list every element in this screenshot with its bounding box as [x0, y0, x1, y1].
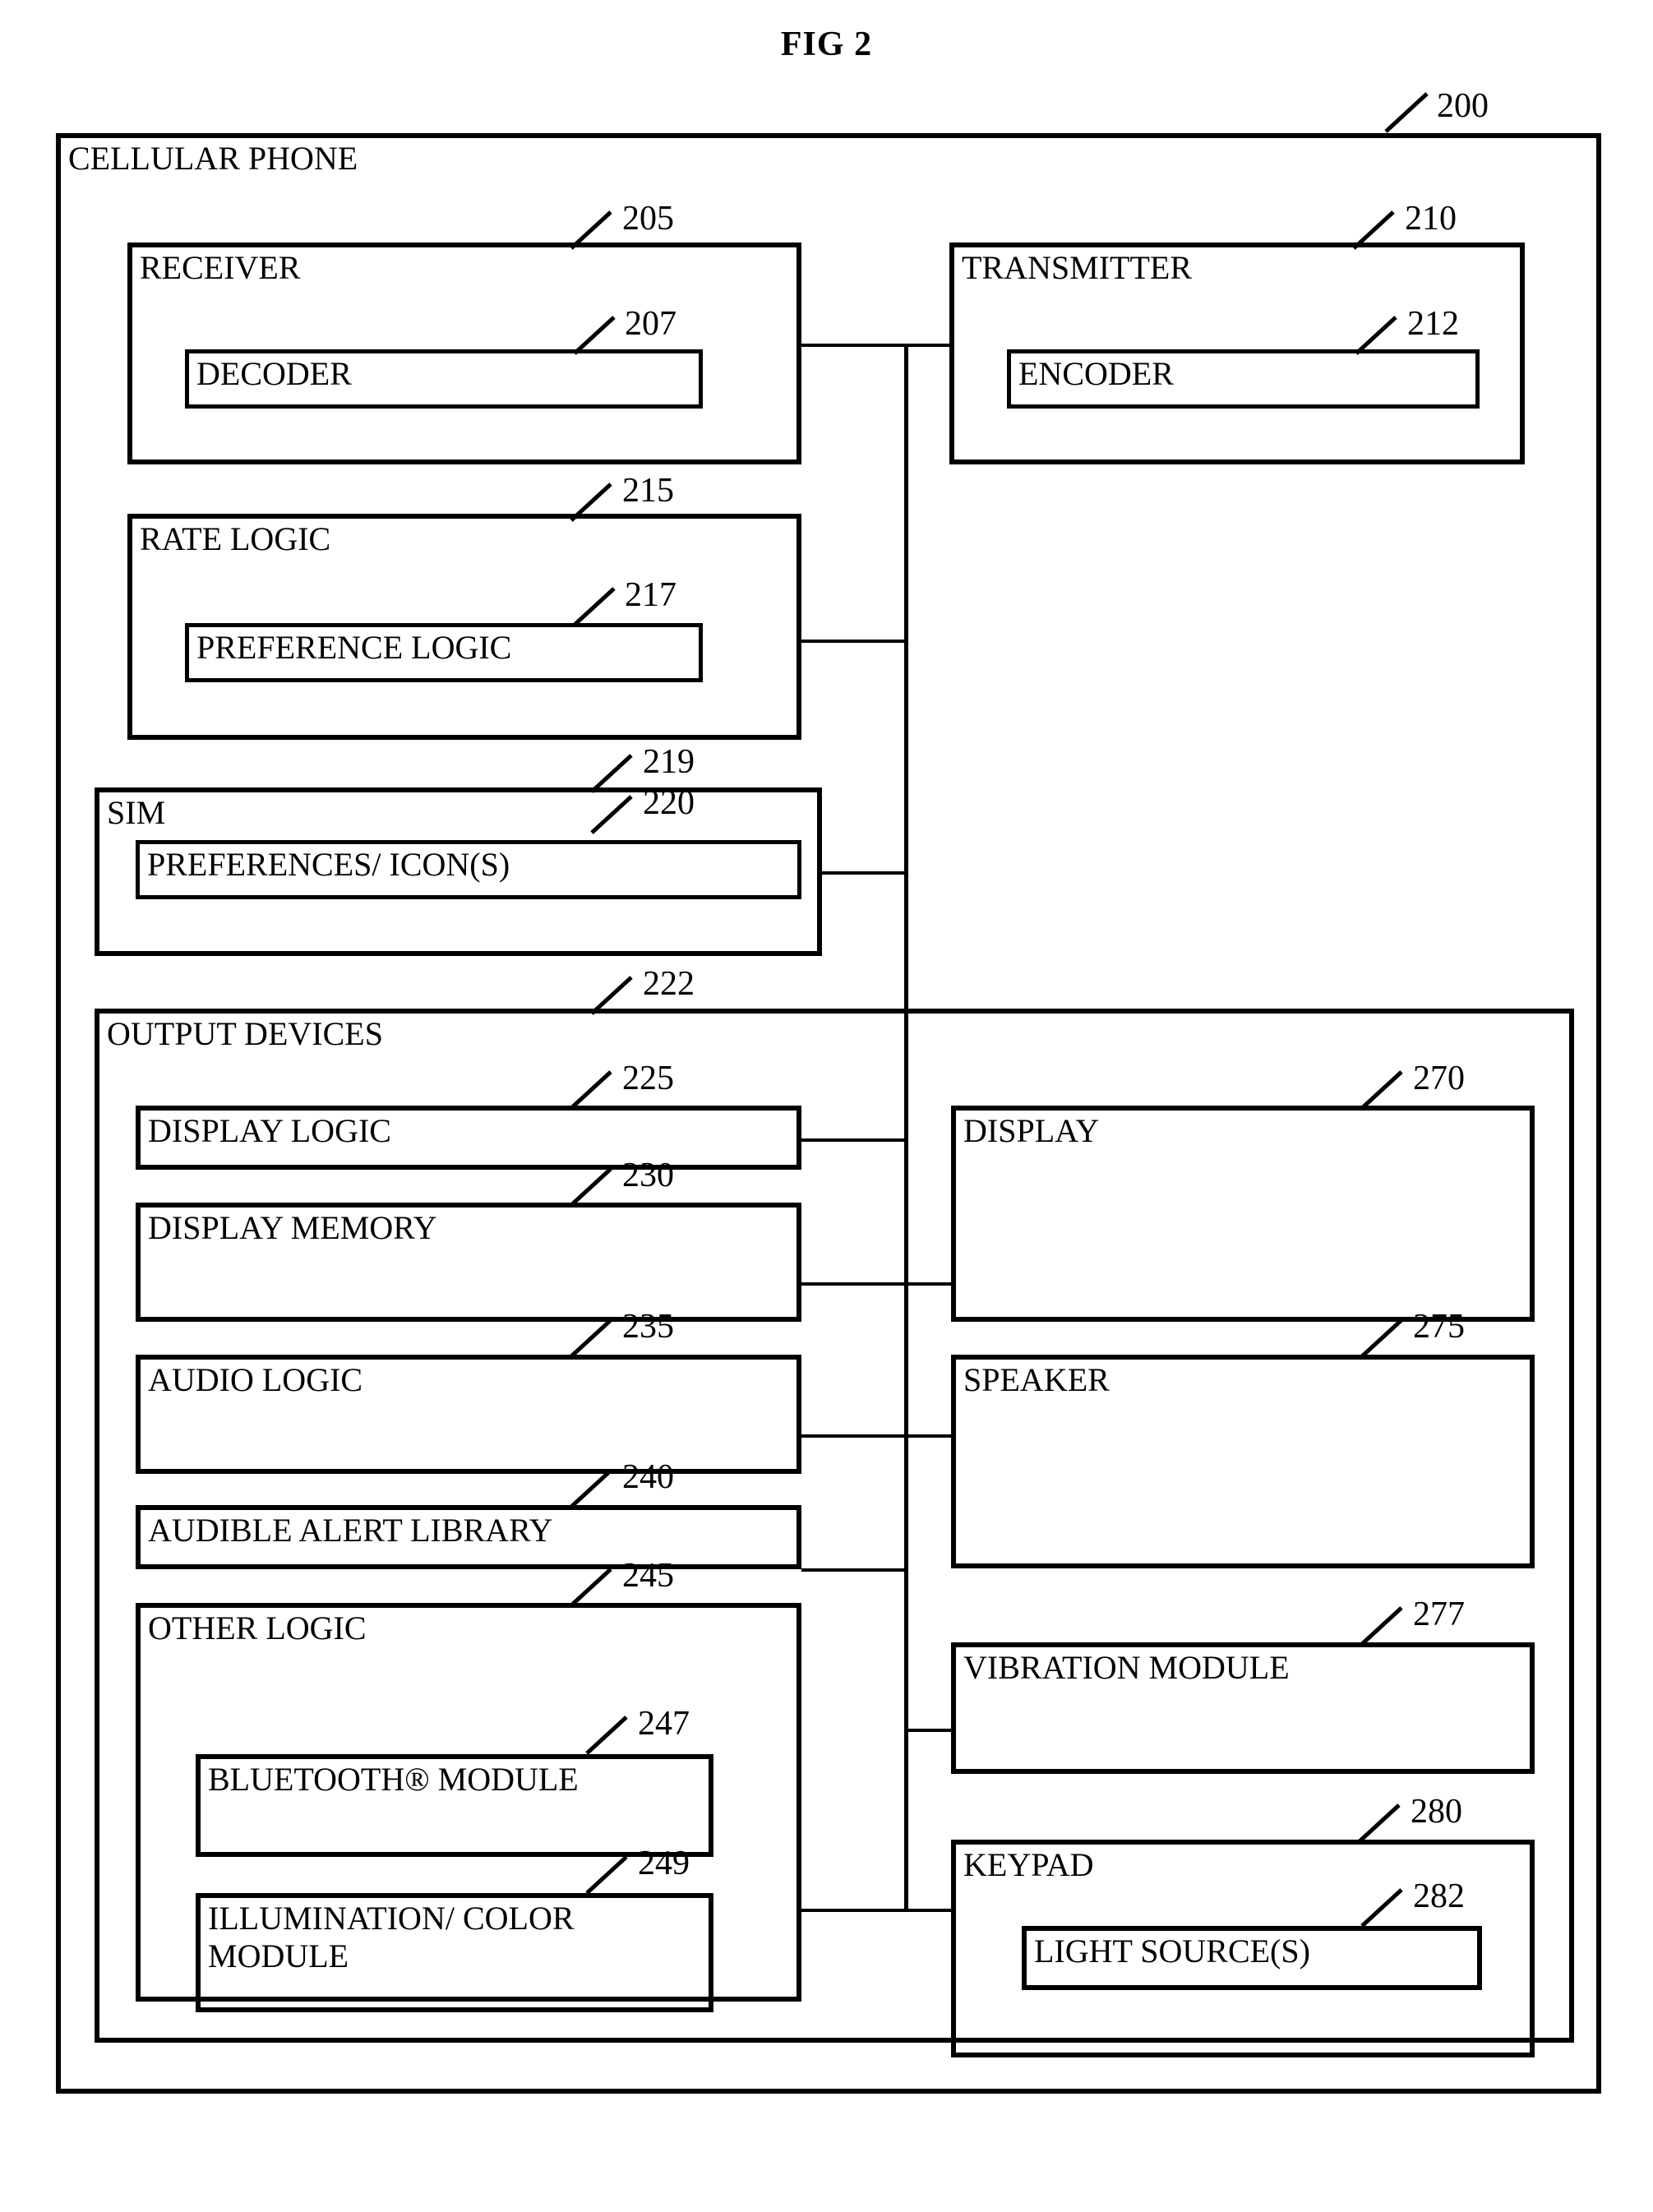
leader-line-230: [570, 1166, 612, 1207]
block-decoder: DECODER: [185, 349, 703, 409]
block-audible-alert-library: AUDIBLE ALERT LIBRARY: [136, 1505, 801, 1569]
block-speaker: SPEAKER: [951, 1355, 1535, 1568]
leader-line-215: [570, 481, 612, 522]
reference-numeral-215: 215: [622, 472, 674, 510]
block-encoder: ENCODER: [1007, 349, 1480, 409]
leader-line-212: [1355, 314, 1397, 355]
leader-line-280: [1358, 1802, 1401, 1843]
block-label-bluetooth-module: BLUETOOTH® MODULE: [208, 1761, 579, 1798]
reference-numeral-235: 235: [622, 1308, 674, 1346]
reference-numeral-210: 210: [1405, 200, 1457, 238]
block-label-display: DISPLAY: [963, 1112, 1100, 1149]
block-preferences-icons: PREFERENCES/ ICON(S): [136, 840, 801, 899]
block-preference-logic: PREFERENCE LOGIC: [185, 623, 703, 682]
leader-line-207: [573, 314, 616, 355]
reference-numeral-220: 220: [643, 784, 695, 822]
leader-line-247: [585, 1714, 628, 1755]
reference-numeral-200: 200: [1437, 87, 1489, 125]
block-label-output-devices: OUTPUT DEVICES: [107, 1015, 383, 1052]
block-label-sim: SIM: [107, 794, 166, 831]
block-audio-logic: AUDIO LOGIC: [136, 1355, 801, 1474]
block-label-display-memory: DISPLAY MEMORY: [148, 1209, 437, 1246]
block-bluetooth-module: BLUETOOTH® MODULE: [196, 1754, 713, 1857]
connector-sim-bus: [822, 871, 908, 875]
reference-numeral-212: 212: [1407, 305, 1459, 343]
block-label-speaker: SPEAKER: [963, 1361, 1110, 1398]
block-label-keypad: KEYPAD: [963, 1846, 1094, 1883]
reference-numeral-230: 230: [622, 1157, 674, 1194]
leader-line-235: [570, 1317, 612, 1358]
leader-line-240: [570, 1467, 612, 1508]
block-label-preference-logic: PREFERENCE LOGIC: [196, 629, 512, 666]
reference-numeral-275: 275: [1413, 1308, 1465, 1346]
leader-line-270: [1360, 1069, 1403, 1110]
block-label-preferences-icons: PREFERENCES/ ICON(S): [147, 846, 510, 883]
leader-line-225: [570, 1069, 612, 1110]
reference-numeral-282: 282: [1413, 1877, 1465, 1915]
reference-numeral-205: 205: [622, 200, 674, 238]
block-label-vibration-module: VIBRATION MODULE: [963, 1649, 1290, 1686]
leader-line-205: [570, 209, 612, 250]
reference-numeral-270: 270: [1413, 1060, 1465, 1097]
leader-line-222: [590, 974, 633, 1015]
block-label-light-sources: LIGHT SOURCE(S): [1034, 1933, 1310, 1970]
leader-line-245: [570, 1566, 612, 1607]
block-label-illumination-color-module: ILLUMINATION/ COLOR MODULE: [208, 1900, 575, 1974]
leader-line-275: [1360, 1317, 1403, 1358]
leader-line-210: [1352, 209, 1395, 250]
leader-line-200: [1384, 90, 1429, 133]
reference-numeral-219: 219: [643, 743, 695, 781]
connector-bus-transmitter: [904, 344, 950, 347]
block-label-receiver: RECEIVER: [140, 249, 301, 286]
block-label-other-logic: OTHER LOGIC: [148, 1609, 367, 1646]
connector-rate-logic-bus: [801, 640, 908, 643]
block-display-memory: DISPLAY MEMORY: [136, 1203, 801, 1322]
reference-numeral-245: 245: [622, 1557, 674, 1595]
leader-line-220: [590, 793, 633, 834]
connector-receiver-bus: [801, 344, 908, 347]
block-label-decoder: DECODER: [196, 355, 352, 392]
block-label-transmitter: TRANSMITTER: [962, 249, 1192, 286]
leader-line-217: [573, 585, 616, 626]
leader-line-249: [585, 1854, 628, 1895]
block-vibration-module: VIBRATION MODULE: [951, 1642, 1535, 1774]
reference-numeral-247: 247: [638, 1705, 690, 1743]
block-label-cellular-phone: CELLULAR PHONE: [68, 140, 358, 177]
block-display-logic: DISPLAY LOGIC: [136, 1106, 801, 1170]
block-label-encoder: ENCODER: [1018, 355, 1174, 392]
reference-numeral-277: 277: [1413, 1596, 1465, 1633]
block-label-audio-logic: AUDIO LOGIC: [148, 1361, 363, 1398]
reference-numeral-222: 222: [643, 965, 695, 1003]
block-label-rate-logic: RATE LOGIC: [140, 520, 331, 557]
block-display: DISPLAY: [951, 1106, 1535, 1322]
leader-line-219: [590, 752, 633, 793]
leader-line-282: [1360, 1886, 1403, 1928]
reference-numeral-225: 225: [622, 1060, 674, 1097]
block-label-audible-alert-library: AUDIBLE ALERT LIBRARY: [148, 1512, 553, 1549]
reference-numeral-207: 207: [625, 305, 676, 343]
leader-line-277: [1360, 1605, 1403, 1646]
block-label-display-logic: DISPLAY LOGIC: [148, 1112, 391, 1149]
reference-numeral-240: 240: [622, 1458, 674, 1496]
reference-numeral-249: 249: [638, 1845, 690, 1882]
block-illumination-color-module: ILLUMINATION/ COLOR MODULE: [196, 1893, 713, 2012]
block-light-sources: LIGHT SOURCE(S): [1022, 1926, 1482, 1990]
patent-figure-page: FIG 2 200 CELLULAR PHONE 205 RECEIVER 20…: [0, 0, 1653, 2212]
reference-numeral-217: 217: [625, 576, 676, 614]
reference-numeral-280: 280: [1411, 1793, 1462, 1831]
figure-title: FIG 2: [780, 25, 873, 63]
